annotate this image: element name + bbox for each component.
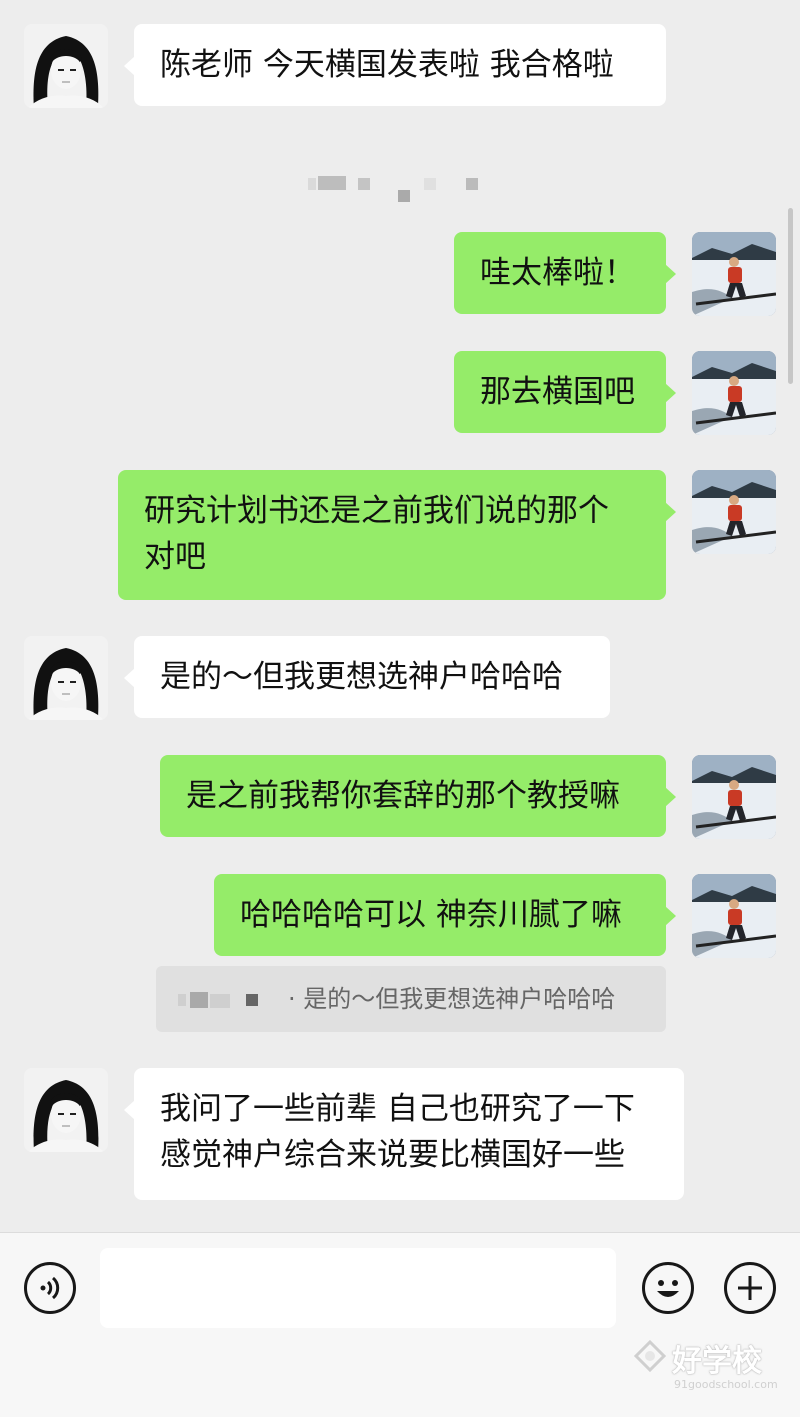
message-text: 那去横国吧 [480, 374, 635, 410]
outgoing-message-bubble[interactable]: 研究计划书还是之前我们说的那个 对吧 [118, 470, 676, 600]
message-text: 哇太棒啦！ [480, 255, 635, 291]
emoji-icon [657, 1280, 679, 1297]
outgoing-message-bubble[interactable]: 那去横国吧 [454, 351, 676, 433]
message-text-line: 对吧 [144, 539, 206, 575]
voice-button[interactable] [24, 1262, 76, 1314]
message-text: 是的～但我更想选神户哈哈哈 [160, 659, 563, 695]
add-button[interactable] [724, 1262, 776, 1314]
quoted-text: · 是的～但我更想选神户哈哈哈 [288, 985, 616, 1013]
emoji-button[interactable] [642, 1262, 694, 1314]
scrollbar[interactable] [788, 208, 793, 384]
message-text-line: 我问了一些前辈 自己也研究了一下 [160, 1091, 635, 1127]
my-avatar[interactable] [692, 351, 776, 435]
chat-area[interactable]: 陈老师 今天横国发表啦 我合格啦 哇太棒啦！ 那去横国吧 研究计划书还是之前我们… [0, 0, 800, 1232]
my-avatar[interactable] [692, 470, 776, 554]
message-text: 哈哈哈哈可以 神奈川腻了嘛 [240, 897, 622, 933]
my-avatar[interactable] [692, 232, 776, 316]
contact-avatar[interactable] [24, 24, 108, 108]
watermark-brand: 好学校 [672, 1344, 762, 1379]
message-text-line: 感觉神户综合来说要比横国好一些 [160, 1137, 625, 1173]
message-text: 陈老师 今天横国发表啦 我合格啦 [160, 47, 614, 83]
outgoing-message-bubble[interactable]: 是之前我帮你套辞的那个教授嘛 [160, 755, 676, 837]
voice-icon [40, 1276, 60, 1300]
message-text: 是之前我帮你套辞的那个教授嘛 [186, 778, 620, 814]
watermark-logo-icon [633, 1339, 667, 1373]
message-text-line: 研究计划书还是之前我们说的那个 [144, 493, 609, 529]
blurred-timestamp [308, 176, 478, 202]
contact-avatar[interactable] [24, 1068, 108, 1152]
outgoing-message-bubble[interactable]: 哇太棒啦！ [454, 232, 676, 314]
incoming-message-bubble[interactable]: 是的～但我更想选神户哈哈哈 [124, 636, 610, 718]
outgoing-message-bubble[interactable]: 哈哈哈哈可以 神奈川腻了嘛 [214, 874, 676, 956]
contact-avatar[interactable] [24, 636, 108, 720]
incoming-message-bubble[interactable]: 陈老师 今天横国发表啦 我合格啦 [124, 24, 666, 106]
watermark-url: 91goodschool.com [674, 1378, 778, 1391]
blurred-quote-sender [178, 992, 258, 1008]
message-input[interactable] [100, 1248, 616, 1328]
quoted-reply[interactable]: · 是的～但我更想选神户哈哈哈 [156, 966, 666, 1032]
my-avatar[interactable] [692, 755, 776, 839]
plus-icon [738, 1276, 762, 1300]
watermark: 好学校 91goodschool.com [630, 1336, 790, 1406]
incoming-message-bubble[interactable]: 我问了一些前辈 自己也研究了一下 感觉神户综合来说要比横国好一些 [124, 1068, 684, 1200]
my-avatar[interactable] [692, 874, 776, 958]
